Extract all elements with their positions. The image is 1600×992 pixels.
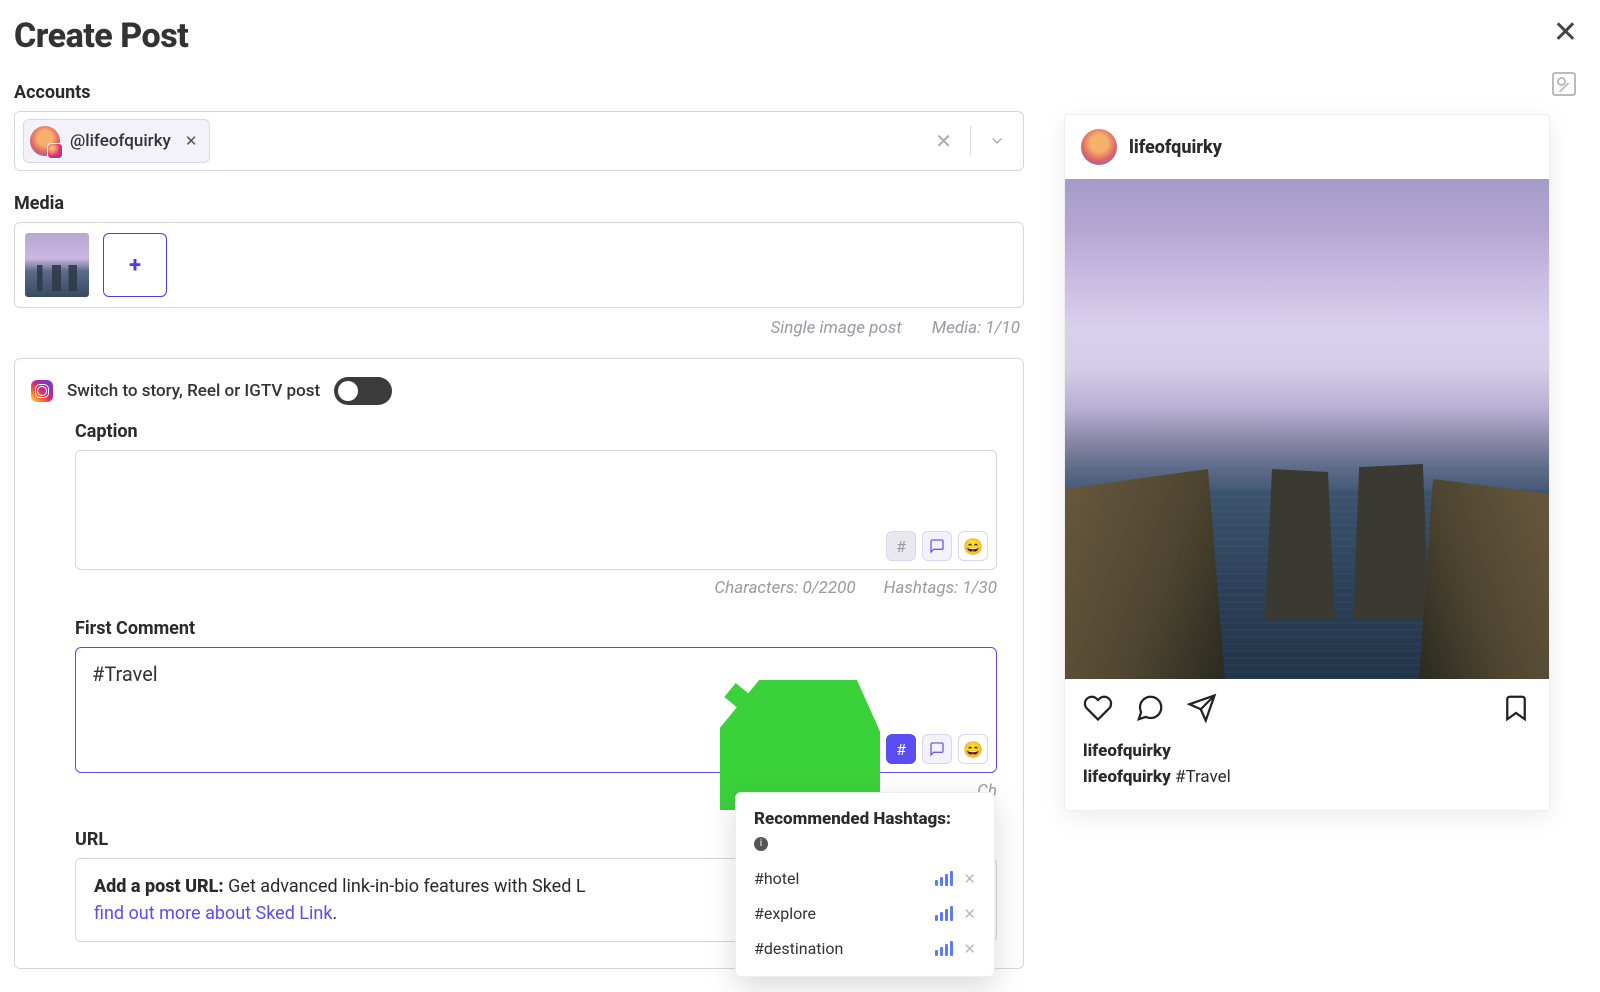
recommended-hashtag-row[interactable]: #explore ✕ xyxy=(754,896,976,931)
url-body: Get advanced link-in-bio features with S… xyxy=(224,876,586,897)
media-thumbnail[interactable] xyxy=(25,233,89,297)
url-period: . xyxy=(332,903,337,924)
switch-label: Switch to story, Reel or IGTV post xyxy=(67,381,320,401)
preview-caption-user1: lifeofquirky xyxy=(1083,741,1171,761)
dismiss-icon[interactable]: ✕ xyxy=(963,905,976,923)
hashtag-text: #explore xyxy=(754,904,816,923)
url-bold: Add a post URL: xyxy=(94,876,224,897)
divider xyxy=(970,126,971,156)
first-comment-label: First Comment xyxy=(75,618,997,639)
remove-account-icon[interactable]: ✕ xyxy=(185,132,198,150)
recommended-hashtag-row[interactable]: #destination ✕ xyxy=(754,931,976,966)
avatar-icon xyxy=(1081,129,1117,165)
hashtag-text: #destination xyxy=(754,939,843,958)
account-chip[interactable]: @lifeofquirky ✕ xyxy=(23,119,210,163)
preview-caption-user2: lifeofquirky xyxy=(1083,767,1171,787)
preview-image xyxy=(1065,179,1549,679)
single-image-text: Single image post xyxy=(770,318,901,338)
chevron-down-icon[interactable] xyxy=(989,133,1005,149)
post-type-toggle[interactable] xyxy=(334,377,392,405)
dismiss-icon[interactable]: ✕ xyxy=(963,870,976,888)
hashtag-text: #hotel xyxy=(754,869,799,888)
media-count-text: Media: 1/10 xyxy=(932,318,1020,338)
media-label: Media xyxy=(14,193,1024,214)
like-icon[interactable] xyxy=(1083,693,1113,727)
template-button[interactable] xyxy=(922,734,952,764)
clear-accounts-icon[interactable]: ✕ xyxy=(935,129,952,153)
accounts-select[interactable]: @lifeofquirky ✕ ✕ xyxy=(14,111,1024,171)
caption-input[interactable]: # 😄 xyxy=(75,450,997,570)
instagram-icon xyxy=(31,380,53,402)
recommended-hashtag-row[interactable]: #hotel ✕ xyxy=(754,861,976,896)
popover-title: Recommended Hashtags: xyxy=(754,809,976,829)
signal-icon xyxy=(935,906,953,921)
post-preview: lifeofquirky lifeofquirky xyxy=(1064,114,1550,811)
hashtag-helper-button-active[interactable]: # xyxy=(886,734,916,764)
info-icon[interactable]: i xyxy=(754,837,768,851)
caption-char-count: Characters: 0/2200 xyxy=(714,578,855,598)
hashtag-helper-button[interactable]: # xyxy=(886,531,916,561)
add-media-button[interactable]: + xyxy=(103,233,167,297)
share-icon[interactable] xyxy=(1187,693,1217,727)
emoji-button[interactable]: 😄 xyxy=(958,734,988,764)
account-handle: @lifeofquirky xyxy=(70,131,171,151)
preview-caption-text: #Travel xyxy=(1175,767,1231,787)
signal-icon xyxy=(935,871,953,886)
caption-hashtag-count: Hashtags: 1/30 xyxy=(884,578,997,598)
caption-label: Caption xyxy=(75,421,997,442)
page-title: Create Post xyxy=(14,16,1024,56)
comment-icon[interactable] xyxy=(1135,693,1165,727)
media-box: + xyxy=(14,222,1024,308)
sked-link-link[interactable]: find out more about Sked Link xyxy=(94,903,332,924)
signal-icon xyxy=(935,941,953,956)
accounts-label: Accounts xyxy=(14,82,1024,103)
recommended-hashtags-popover: Recommended Hashtags: i #hotel ✕ #explor… xyxy=(735,792,995,977)
bookmark-icon[interactable] xyxy=(1501,708,1531,727)
first-comment-text: #Travel xyxy=(76,648,996,700)
first-comment-input[interactable]: #Travel # 😄 xyxy=(75,647,997,773)
template-button[interactable] xyxy=(922,531,952,561)
emoji-button[interactable]: 😄 xyxy=(958,531,988,561)
avatar-icon xyxy=(30,126,60,156)
dismiss-icon[interactable]: ✕ xyxy=(963,940,976,958)
preview-username: lifeofquirky xyxy=(1129,137,1222,158)
